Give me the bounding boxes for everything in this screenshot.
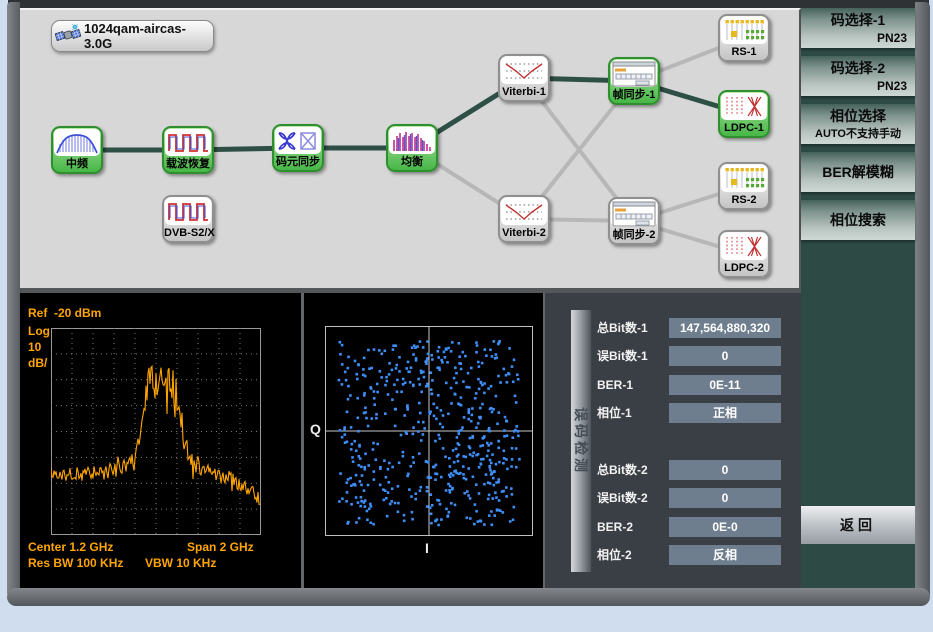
window-frame-bottom — [7, 588, 930, 606]
ldpc-icon — [721, 233, 767, 260]
spectrum-scale-label: dB/ — [28, 356, 47, 370]
node-viterbi2[interactable]: Viterbi-2 — [498, 195, 550, 243]
wave-icon — [165, 198, 211, 225]
wave-icon — [165, 129, 211, 156]
ber-side-tab: 误码检测 — [571, 310, 591, 572]
q-axis-label: Q — [310, 421, 321, 437]
node-viterbi1[interactable]: Viterbi-1 — [498, 54, 550, 102]
node-zaibo[interactable]: 载波恢复 — [162, 126, 214, 174]
ber-panel: 误码检测 总Bit数-1147,564,880,320误Bit数-10BER-1… — [545, 293, 801, 588]
spectrum-center-label: Center 1.2 GHz — [28, 540, 113, 554]
sidebar-button-3[interactable]: 相位选择AUTO不支持手动 — [801, 104, 915, 144]
node-mayuan[interactable]: 码元同步 — [272, 124, 324, 172]
node-junheng[interactable]: 均衡 — [386, 124, 438, 172]
sidebar-button-5[interactable]: 相位搜索 — [801, 200, 915, 240]
spectrum-icon — [54, 129, 100, 156]
sidebar-button-label: 相位搜索 — [801, 200, 915, 240]
sidebar-button-label: 码选择-1 — [801, 8, 915, 30]
sidebar: 码选择-1PN23码选择-2PN23相位选择AUTO不支持手动BER解模糊相位搜… — [801, 8, 915, 588]
spectrum-panel: Ref -20 dBm Log 10 dB/ Center 1.2 GHz Sp… — [20, 293, 301, 588]
spectrum-ref-label: Ref -20 dBm — [28, 306, 101, 320]
spectrum-plot — [51, 328, 261, 535]
ber-row-value: 0 — [669, 346, 781, 366]
window-frame-left — [7, 2, 20, 594]
eye-icon — [275, 127, 321, 154]
ber-row-label: 相位-2 — [597, 545, 667, 565]
constellation-plot — [325, 326, 533, 536]
flowgraph-panel: 1024qam-aircas-3.0G 中频 载波恢复 码元同步 均衡 DVB-S2/X… — [20, 8, 801, 288]
trellis-icon — [501, 198, 547, 225]
sidebar-button-4[interactable]: BER解模糊 — [801, 152, 915, 192]
spectrum-span-label: Span 2 GHz — [187, 540, 254, 554]
node-label: 帧同步-2 — [610, 227, 658, 243]
bars-icon — [389, 127, 435, 154]
constellation-panel: Q I — [304, 293, 543, 588]
node-label: LDPC-2 — [720, 260, 768, 276]
ber-row-label: 误Bit数-2 — [597, 488, 667, 508]
node-rs1[interactable]: RS-1 — [718, 14, 770, 62]
node-label: 帧同步-1 — [610, 87, 658, 103]
spectrum-vbw-label: VBW 10 KHz — [145, 556, 216, 570]
node-label: DVB-S2/X — [164, 225, 212, 241]
ber-row-label: BER-2 — [597, 517, 667, 537]
ber-row-label: BER-1 — [597, 375, 667, 395]
node-zhongpin[interactable]: 中频 — [51, 126, 103, 174]
node-label: 载波恢复 — [164, 156, 212, 172]
ber-row-label: 总Bit数-2 — [597, 460, 667, 480]
spectrum-scale-label: Log — [28, 324, 50, 338]
spectrum-rbw-label: Res BW 100 KHz — [28, 556, 123, 570]
ldpc-icon — [721, 93, 767, 120]
node-label: RS-1 — [720, 44, 768, 60]
node-rs2[interactable]: RS-2 — [718, 162, 770, 210]
sidebar-button-label: 码选择-2 — [801, 56, 915, 78]
satellite-icon — [55, 22, 81, 51]
sidebar-button-value: AUTO不支持手动 — [801, 126, 915, 142]
signal-title-label: 1024qam-aircas-3.0G — [84, 21, 207, 51]
node-ldpc2[interactable]: LDPC-2 — [718, 230, 770, 278]
node-label: Viterbi-1 — [500, 84, 548, 100]
back-button[interactable]: 返回 — [801, 506, 915, 544]
ber-row-value: 0 — [669, 488, 781, 508]
screen: 1024qam-aircas-3.0G 中频 载波恢复 码元同步 均衡 DVB-S2/X… — [0, 0, 933, 632]
node-zhen1[interactable]: 帧同步-1 — [608, 57, 660, 105]
sidebar-button-1[interactable]: 码选择-1PN23 — [801, 8, 915, 48]
sidebar-button-label: BER解模糊 — [801, 152, 915, 192]
node-label: 码元同步 — [274, 154, 322, 170]
ber-row-label: 总Bit数-1 — [597, 318, 667, 338]
ber-side-label: 误码检测 — [571, 407, 591, 475]
window-frame-right — [915, 2, 930, 604]
node-label: 中频 — [53, 156, 101, 172]
node-dvbs2x[interactable]: DVB-S2/X — [162, 195, 214, 243]
sidebar-button-label: 相位选择 — [801, 104, 915, 126]
sidebar-button-value: PN23 — [801, 30, 915, 46]
ber-row-value: 正相 — [669, 403, 781, 423]
frame-icon — [611, 60, 657, 87]
node-label: 均衡 — [388, 154, 436, 170]
ber-row-value: 反相 — [669, 545, 781, 565]
ber-row-value: 0E-0 — [669, 517, 781, 537]
ber-row-value: 0 — [669, 460, 781, 480]
node-label: Viterbi-2 — [500, 225, 548, 241]
ber-row-value: 147,564,880,320 — [669, 318, 781, 338]
ber-row-label: 相位-1 — [597, 403, 667, 423]
ber-row-value: 0E-11 — [669, 375, 781, 395]
window-frame-top — [8, 0, 929, 8]
node-ldpc1[interactable]: LDPC-1 — [718, 90, 770, 138]
frame-icon — [611, 200, 657, 227]
node-label: LDPC-1 — [720, 120, 768, 136]
i-axis-label: I — [425, 540, 429, 556]
signal-title-button[interactable]: 1024qam-aircas-3.0G — [51, 20, 214, 52]
node-label: RS-2 — [720, 192, 768, 208]
ber-row-label: 误Bit数-1 — [597, 346, 667, 366]
sidebar-button-value: PN23 — [801, 78, 915, 94]
spectrum-scale-label: 10 — [28, 340, 41, 354]
node-zhen2[interactable]: 帧同步-2 — [608, 197, 660, 245]
trellis-icon — [501, 57, 547, 84]
sidebar-button-2[interactable]: 码选择-2PN23 — [801, 56, 915, 96]
rs-icon — [721, 165, 767, 192]
rs-icon — [721, 17, 767, 44]
